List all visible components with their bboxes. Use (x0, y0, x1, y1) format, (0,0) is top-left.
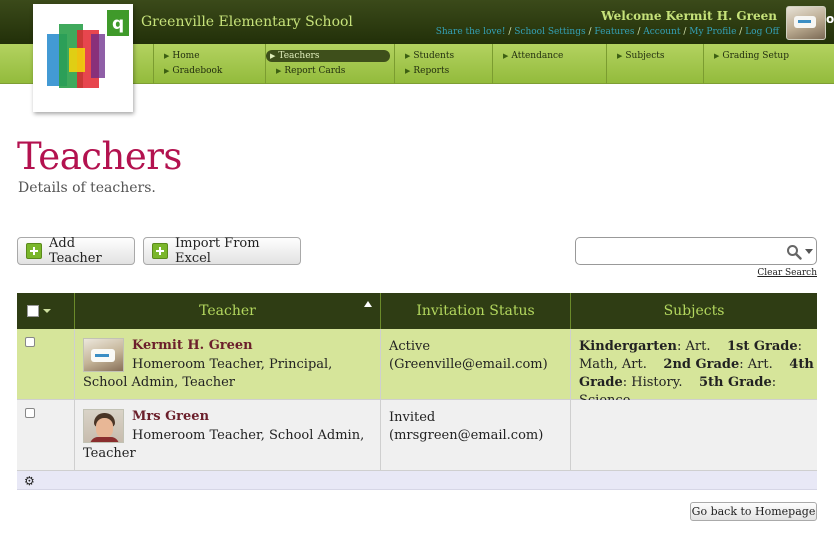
invitation-status-cell: Active (Greenville@email.com) (380, 329, 570, 399)
chevron-down-icon[interactable] (805, 249, 813, 254)
grade-label: 5th Grade (698, 375, 772, 390)
arrow-icon: ▶ (276, 67, 282, 75)
top-links: Share the love! / School Settings / Feat… (435, 27, 779, 37)
row-checkbox[interactable] (25, 408, 35, 418)
log-off-link[interactable]: Log Off (745, 27, 779, 37)
go-back-homepage-button[interactable]: Go back to Homepage (690, 502, 817, 521)
grade-label: 2nd Grade (663, 357, 740, 372)
nav-home[interactable]: ▶ Home (160, 50, 204, 62)
teacher-roles: Homeroom Teacher, Principal, School Admi… (83, 357, 333, 390)
teacher-roles: Homeroom Teacher, School Admin, Teacher (83, 428, 365, 461)
email-text: (mrsgreen@email.com) (389, 428, 544, 443)
page-title: Teachers (17, 135, 182, 178)
nav-students[interactable]: ▶ Students (401, 50, 458, 62)
page-subtitle: Details of teachers. (18, 180, 156, 196)
chevron-down-icon[interactable] (43, 309, 51, 313)
arrow-icon: ▶ (405, 52, 411, 60)
grade-label: 1st Grade (727, 339, 798, 354)
sort-ascending-icon (364, 301, 372, 307)
teacher-cell: Kermit H. Green Homeroom Teacher, Princi… (74, 329, 380, 399)
features-link[interactable]: Features (594, 27, 634, 37)
teacher-name-link[interactable]: Kermit H. Green (132, 338, 253, 353)
school-logo[interactable]: q (33, 4, 133, 112)
nav-attendance[interactable]: ▶ Attendance (499, 50, 567, 62)
arrow-icon: ▶ (164, 52, 170, 60)
arrow-icon: ▶ (714, 52, 720, 60)
grade-label: Kindergarten (579, 339, 677, 354)
grade-subjects: Art. (685, 339, 711, 354)
arrow-icon: ▶ (503, 52, 509, 60)
gear-icon[interactable]: ⚙ (24, 474, 35, 488)
select-all-header[interactable] (17, 293, 74, 329)
table-header: Teacher Invitation Status Subjects (17, 293, 817, 329)
nav-grading-setup[interactable]: ▶ Grading Setup (710, 50, 793, 62)
welcome-message: Welcome Kermit H. Green (601, 9, 777, 23)
teacher-column-header[interactable]: Teacher (74, 293, 380, 329)
table-row[interactable]: Kermit H. Green Homeroom Teacher, Princi… (17, 329, 817, 408)
status-text: Invited (389, 410, 436, 425)
school-name: Greenville Elementary School (141, 14, 353, 30)
svg-text:q: q (112, 14, 124, 34)
clear-search-link[interactable]: Clear Search (757, 268, 817, 278)
user-avatar[interactable] (786, 6, 826, 40)
plus-icon (152, 243, 168, 259)
my-profile-link[interactable]: My Profile (689, 27, 736, 37)
account-link[interactable]: Account (643, 27, 680, 37)
nav-report-cards[interactable]: ▶ Report Cards (272, 65, 349, 77)
invitation-status-cell: Invited (mrsgreen@email.com) (380, 400, 570, 470)
nav-gradebook[interactable]: ▶ Gradebook (160, 65, 226, 77)
arrow-icon: ▶ (405, 67, 411, 75)
nav-subjects[interactable]: ▶ Subjects (613, 50, 669, 62)
cropped-text: o (826, 12, 834, 26)
add-teacher-button[interactable]: Add Teacher (17, 236, 135, 266)
select-all-checkbox[interactable] (27, 305, 39, 317)
table-row[interactable]: Mrs Green Homeroom Teacher, School Admin… (17, 400, 817, 471)
school-settings-link[interactable]: School Settings (514, 27, 585, 37)
row-checkbox[interactable] (25, 337, 35, 347)
plus-icon (26, 243, 42, 259)
search-icon[interactable] (786, 244, 802, 260)
subjects-cell: Kindergarten: Art. 1st Grade: Math, Art.… (570, 329, 817, 408)
invitation-status-column-header[interactable]: Invitation Status (380, 293, 570, 329)
import-from-excel-button[interactable]: Import From Excel (143, 236, 301, 266)
arrow-icon: ▶ (164, 67, 170, 75)
table-footer: ⚙ (17, 471, 817, 490)
logo-icon: q (47, 10, 129, 88)
arrow-icon: ▶ (617, 52, 623, 60)
grade-subjects: History. (631, 375, 683, 390)
teacher-cell: Mrs Green Homeroom Teacher, School Admin… (74, 400, 380, 470)
teachers-table: Teacher Invitation Status Subjects Kermi… (17, 293, 817, 490)
nav-teachers[interactable]: ▶ Teachers (266, 50, 390, 62)
grade-subjects: Art. (747, 357, 773, 372)
search-box (575, 237, 817, 265)
arrow-icon: ▶ (270, 52, 276, 60)
teacher-name-link[interactable]: Mrs Green (132, 409, 209, 424)
status-text: Active (389, 339, 431, 354)
email-text: (Greenville@email.com) (389, 357, 548, 372)
grade-subjects: Math, Art. (579, 357, 647, 372)
subjects-cell (570, 400, 817, 470)
search-input[interactable] (582, 242, 777, 260)
share-link[interactable]: Share the love! (436, 27, 506, 37)
subjects-column-header[interactable]: Subjects (570, 293, 817, 329)
nav-reports[interactable]: ▶ Reports (401, 65, 453, 77)
